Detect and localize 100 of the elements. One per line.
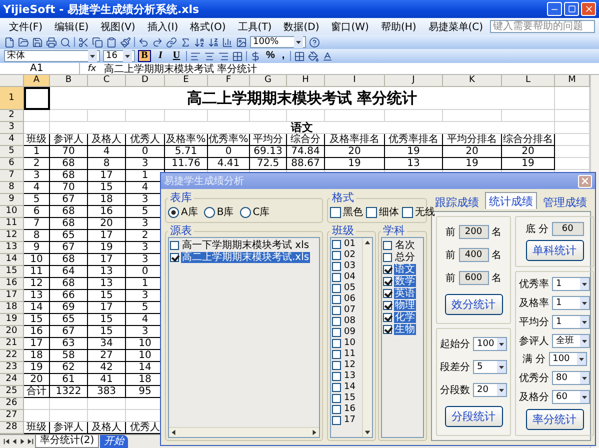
checkbox[interactable] bbox=[383, 252, 392, 262]
row-header[interactable]: 23 bbox=[0, 362, 24, 374]
dropdown[interactable]: 1 bbox=[552, 314, 590, 329]
help-search-field[interactable]: 键入需要帮助的问题 bbox=[490, 20, 595, 33]
stat-button[interactable]: 效分统计 bbox=[444, 294, 502, 316]
list-item[interactable]: 09 bbox=[343, 327, 356, 338]
paste-icon[interactable] bbox=[106, 36, 117, 48]
align-right-icon[interactable] bbox=[218, 50, 229, 62]
save-icon[interactable] bbox=[32, 36, 43, 48]
row-header[interactable]: 19 bbox=[0, 314, 24, 326]
undo-icon[interactable] bbox=[138, 36, 149, 48]
row-header[interactable]: 26 bbox=[0, 398, 24, 410]
dropdown[interactable]: 100 bbox=[473, 336, 507, 351]
row-header[interactable]: 12 bbox=[0, 230, 24, 242]
list-item[interactable]: 数学 bbox=[394, 276, 416, 286]
scroll-right-icon[interactable] bbox=[311, 429, 318, 436]
sort-descending-icon[interactable] bbox=[208, 36, 219, 48]
column-header[interactable]: L bbox=[502, 75, 555, 87]
picture-icon[interactable] bbox=[236, 36, 247, 48]
column-header[interactable]: A bbox=[24, 75, 50, 87]
checkbox[interactable] bbox=[383, 264, 392, 274]
checkbox[interactable] bbox=[383, 276, 392, 286]
menu-item[interactable]: 文件(F) bbox=[4, 20, 48, 34]
dropdown[interactable]: 100 bbox=[548, 352, 587, 366]
active-cell[interactable] bbox=[24, 87, 50, 110]
row-header[interactable]: 7 bbox=[0, 170, 24, 182]
menu-item[interactable]: 视图(V) bbox=[96, 20, 140, 34]
vertical-scrollbar[interactable] bbox=[362, 238, 372, 437]
dropdown[interactable]: 80 bbox=[552, 371, 590, 386]
menu-item[interactable]: 插入(I) bbox=[142, 20, 184, 34]
list-item[interactable]: 14 bbox=[343, 382, 356, 393]
column-header[interactable]: E bbox=[165, 75, 208, 87]
borders-icon[interactable] bbox=[294, 50, 305, 62]
tab[interactable]: 统计成绩 bbox=[485, 192, 537, 209]
list-item[interactable]: 英语 bbox=[394, 288, 416, 298]
scroll-down-icon[interactable] bbox=[364, 429, 371, 436]
input-field[interactable]: 60 bbox=[552, 222, 584, 236]
font-dropdown[interactable]: 宋体 bbox=[4, 50, 100, 62]
row-header[interactable]: 11 bbox=[0, 218, 24, 230]
list-item[interactable]: 化学 bbox=[394, 312, 416, 322]
row-header[interactable]: 17 bbox=[0, 290, 24, 302]
sigma-icon[interactable] bbox=[180, 36, 191, 48]
list-item[interactable]: 高二上学期期末模块考试.xls bbox=[181, 252, 310, 262]
dropdown[interactable]: 5 bbox=[473, 360, 507, 374]
row-header[interactable]: 16 bbox=[0, 278, 24, 290]
merge-cells-icon[interactable] bbox=[232, 50, 243, 62]
column-header[interactable]: C bbox=[88, 75, 126, 87]
link-icon[interactable] bbox=[166, 36, 177, 48]
checkbox[interactable] bbox=[332, 394, 341, 403]
row-header[interactable]: 20 bbox=[0, 326, 24, 338]
column-header[interactable]: B bbox=[50, 75, 88, 87]
menu-item[interactable]: 易捷菜单(C) bbox=[423, 20, 488, 34]
checkbox[interactable] bbox=[332, 350, 341, 359]
checkbox[interactable] bbox=[383, 240, 392, 250]
row-header[interactable]: 14 bbox=[0, 254, 24, 266]
list-item[interactable]: 01 bbox=[343, 239, 356, 250]
list-item[interactable]: 15 bbox=[343, 393, 356, 404]
row-header[interactable]: 28 bbox=[0, 422, 24, 434]
row-header[interactable]: 24 bbox=[0, 374, 24, 386]
row-header[interactable]: 6 bbox=[0, 158, 24, 170]
checkbox[interactable] bbox=[332, 339, 341, 348]
maximize-button[interactable] bbox=[564, 2, 579, 16]
number-format-button[interactable]: % bbox=[264, 50, 277, 62]
row-header[interactable]: 1 bbox=[0, 87, 24, 110]
row-header[interactable]: 25 bbox=[0, 386, 24, 398]
list-item[interactable]: 02 bbox=[343, 250, 356, 261]
list-item[interactable]: 03 bbox=[343, 261, 356, 272]
column-header[interactable]: G bbox=[250, 75, 287, 87]
fill-color-icon[interactable] bbox=[308, 50, 319, 62]
checkbox[interactable] bbox=[332, 295, 341, 304]
row-header[interactable]: 21 bbox=[0, 338, 24, 350]
row-header[interactable]: 27 bbox=[0, 410, 24, 422]
input-field[interactable]: 400 bbox=[458, 248, 488, 262]
stat-button[interactable]: 单科统计 bbox=[526, 240, 584, 261]
row-header[interactable]: 13 bbox=[0, 242, 24, 254]
checkbox[interactable] bbox=[383, 312, 392, 322]
sort-ascending-icon[interactable] bbox=[194, 36, 205, 48]
sheet-tab[interactable]: 开始 bbox=[100, 435, 128, 448]
list-item[interactable]: 高一下学期期末模块考试 xls bbox=[181, 240, 310, 250]
list-item[interactable]: 11 bbox=[343, 349, 356, 360]
menu-item[interactable]: 帮助(H) bbox=[376, 20, 422, 34]
list-item[interactable]: 10 bbox=[343, 338, 356, 349]
row-header[interactable]: 9 bbox=[0, 194, 24, 206]
scroll-up-icon[interactable] bbox=[364, 239, 371, 246]
checkbox-option[interactable]: 黑色 bbox=[330, 205, 363, 219]
row-header[interactable]: 22 bbox=[0, 350, 24, 362]
formula-value[interactable]: 高二上学期期末模块考试 率分统计 bbox=[104, 62, 258, 76]
list-item[interactable]: 物理 bbox=[394, 300, 416, 310]
row-header[interactable]: 4 bbox=[0, 134, 24, 146]
radio-option[interactable]: B库 bbox=[204, 205, 234, 219]
paintbrush-icon[interactable] bbox=[120, 36, 131, 48]
font-size-dropdown[interactable]: 16 bbox=[103, 50, 135, 62]
checkbox[interactable] bbox=[332, 262, 341, 271]
align-center-icon[interactable] bbox=[204, 50, 215, 62]
row-header[interactable]: 15 bbox=[0, 266, 24, 278]
format-button[interactable]: I bbox=[154, 50, 167, 62]
scissors-icon[interactable] bbox=[78, 36, 89, 48]
column-header[interactable]: K bbox=[443, 75, 502, 87]
list-item[interactable]: 总分 bbox=[394, 252, 416, 262]
stat-button[interactable]: 分段统计 bbox=[444, 406, 502, 428]
